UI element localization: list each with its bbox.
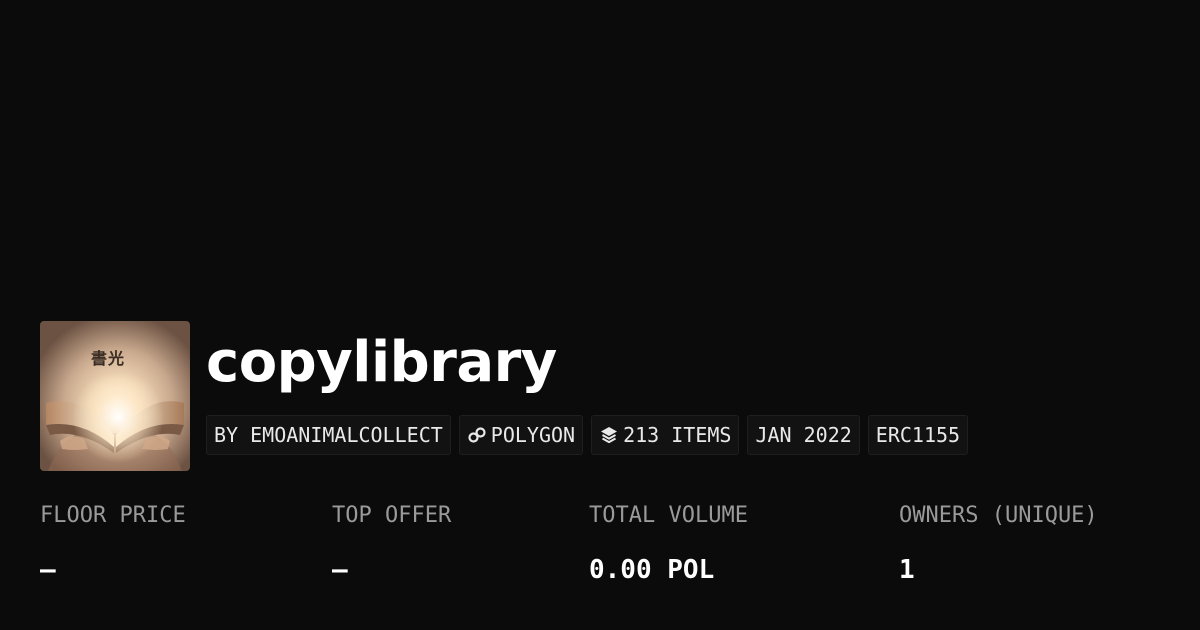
collection-badges: BY EMOANIMALCOLLECT POLYGON 213 ITEMS JA… — [206, 415, 969, 455]
chain-badge[interactable]: POLYGON — [458, 415, 584, 455]
link-icon — [467, 425, 487, 445]
created-date-label: JAN 2022 — [755, 423, 852, 447]
creator-badge[interactable]: BY EMOANIMALCOLLECT — [206, 415, 451, 455]
created-date-badge: JAN 2022 — [747, 415, 860, 455]
items-badge-label: 213 ITEMS — [623, 423, 732, 447]
owners-value: 1 — [899, 555, 915, 585]
creator-badge-label: BY EMOANIMALCOLLECT — [214, 423, 443, 447]
top-offer-label: TOP OFFER — [332, 503, 452, 528]
layers-icon — [599, 425, 619, 445]
floor-price-label: FLOOR PRICE — [40, 503, 186, 528]
collection-header: 書光 copylibrary BY EMOANIMALCOLLECT POLYG… — [40, 321, 1160, 471]
avatar-caption: 書光 — [90, 349, 125, 368]
token-standard-label: ERC1155 — [875, 423, 961, 447]
token-standard-badge: ERC1155 — [867, 415, 969, 455]
open-book-image — [40, 321, 190, 471]
collection-stats: FLOOR PRICE – TOP OFFER – TOTAL VOLUME 0… — [40, 505, 1180, 600]
total-volume-value: 0.00 POL — [589, 555, 715, 585]
collection-title: copylibrary — [206, 330, 557, 395]
collection-avatar[interactable]: 書光 — [40, 321, 190, 471]
chain-badge-label: POLYGON — [490, 423, 576, 447]
top-offer-value: – — [332, 555, 348, 585]
owners-label: OWNERS (UNIQUE) — [899, 503, 1098, 528]
floor-price-value: – — [40, 555, 56, 585]
items-badge[interactable]: 213 ITEMS — [591, 415, 740, 455]
top-offer-stat: TOP OFFER – — [332, 503, 452, 585]
total-volume-label: TOTAL VOLUME — [589, 503, 748, 528]
total-volume-stat: TOTAL VOLUME 0.00 POL — [589, 503, 748, 585]
floor-price-stat: FLOOR PRICE – — [40, 503, 186, 585]
owners-stat: OWNERS (UNIQUE) 1 — [899, 503, 1098, 585]
